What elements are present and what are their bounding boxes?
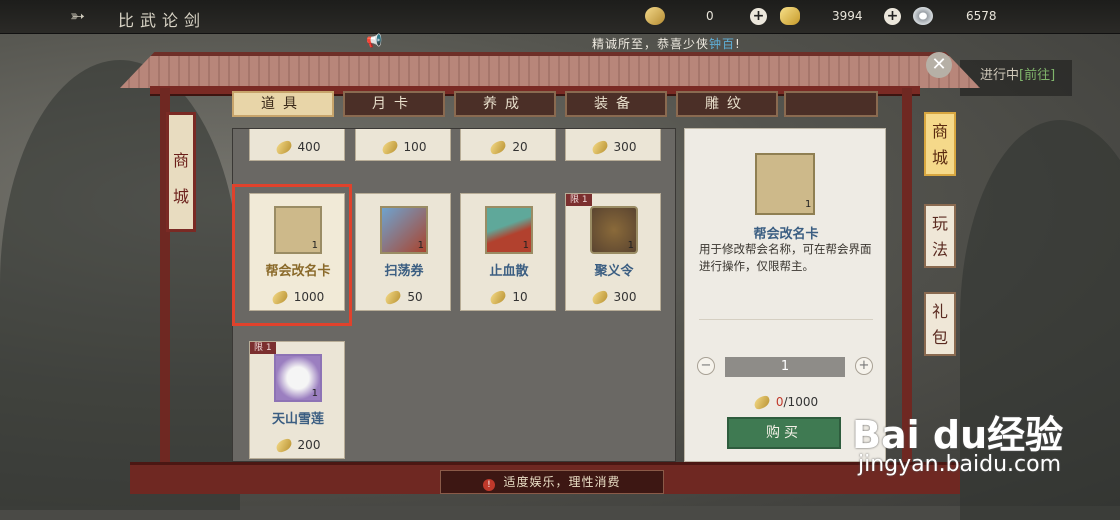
watermark-brand: Bai du经验 [852,413,1064,457]
side-tab-shop[interactable]: 商城 [924,112,956,176]
watermark-url: jingyan.baidu.com [858,452,1062,477]
add-gold-leaf-button[interactable]: + [750,8,767,25]
item-card[interactable]: 100 [355,129,451,161]
gold-leaf-icon [590,139,609,156]
notice-suffix: ! [735,37,741,51]
detail-qty: 1 [805,199,812,210]
item-card-styptic-powder[interactable]: 1 止血散 10 [460,193,556,311]
increase-quantity-button[interactable]: + [855,357,873,375]
gold-leaf-icon [488,289,508,306]
item-card-gathering-token[interactable]: 限 1 1 聚义令 300 [565,193,661,311]
tab-engraving[interactable]: 雕纹 [676,91,778,117]
currency-silver-coin: 6578 [966,9,997,23]
footer-notice: ! 适度娱乐，理性消费 [440,470,664,494]
notice-text: 精诚所至，恭喜少侠 [592,37,710,51]
roof [120,52,980,88]
item-card[interactable]: 20 [460,129,556,161]
quest-status: 进行中 [980,68,1020,83]
tab-empty [784,91,878,117]
warning-icon: ! [483,479,496,491]
tab-monthly-card[interactable]: 月卡 [343,91,445,117]
buy-button[interactable]: 购买 [727,417,841,449]
tab-cultivation[interactable]: 养成 [454,91,556,117]
item-name: 止血散 [489,264,529,279]
footer-text: 适度娱乐，理性消费 [503,475,621,489]
gold-leaf-icon [645,7,665,25]
item-price: 50 [407,290,423,304]
quest-go-link[interactable]: [前往] [1019,68,1055,83]
gold-leaf-icon [383,289,403,306]
add-gold-ingot-button[interactable]: + [884,8,901,25]
side-tab-gift-label: 礼包 [931,302,948,347]
notice-player-name: 钟百 [709,37,736,51]
purchase-limit-badge: 限 1 [250,342,276,354]
item-price: 200 [297,438,321,452]
item-price: 400 [297,140,321,154]
selection-highlight [232,184,352,326]
item-name: 扫荡券 [384,264,424,279]
broadcast-notice: 📢 精诚所至，恭喜少侠钟百! [360,32,920,52]
top-bar: ➳ 比武论剑 0 + 3994 + 6578 [0,0,1120,34]
shop-banner-label: 商城 [172,151,189,206]
side-tab-gameplay[interactable]: 玩法 [924,204,956,268]
item-qty: 1 [311,388,318,399]
shop-banner: 商城 [166,112,196,232]
item-card-sweep-ticket[interactable]: 1 扫荡券 50 [355,193,451,311]
item-name: 天山雪莲 [271,412,324,427]
currency-gold-ingot: 3994 [832,9,863,23]
item-price: 300 [613,140,637,154]
detail-description: 用于修改帮会名称，可在帮会界面进行操作，仅限帮主。 [699,242,872,273]
item-qty: 1 [522,240,529,251]
tab-items[interactable]: 道具 [232,91,334,117]
gold-leaf-icon [488,139,508,156]
megaphone-icon: 📢 [366,34,383,49]
quest-tracker[interactable]: 进行中[前往] [960,60,1072,96]
close-icon[interactable]: ✕ [926,52,952,78]
decrease-quantity-button[interactable]: − [697,357,715,375]
back-arrow-icon[interactable]: ➳ [70,6,106,27]
gold-leaf-icon [590,289,609,306]
owned-amount: 0 [775,395,784,409]
item-card[interactable]: 300 [565,129,661,161]
quantity-input[interactable]: 1 [725,357,845,377]
item-name: 聚义令 [594,264,634,279]
gold-leaf-icon [380,139,399,156]
gold-leaf-icon [752,394,772,411]
purchase-limit-badge: 限 1 [566,194,592,206]
side-tab-gameplay-label: 玩法 [931,214,948,259]
item-price: 10 [512,290,528,304]
item-card[interactable]: 400 [249,129,345,161]
gold-leaf-icon [274,437,293,454]
gold-ingot-icon [780,7,800,25]
divider [699,319,873,320]
item-price: 100 [403,140,427,154]
item-qty: 1 [417,240,424,251]
side-tab-shop-label: 商城 [931,122,948,167]
item-card-snow-lotus[interactable]: 限 1 1 天山雪莲 200 [249,341,345,459]
gold-leaf-icon [274,139,293,156]
page-title: 比武论剑 [118,11,207,30]
total-price: /1000 [783,395,819,409]
item-qty: 1 [627,240,634,251]
side-tab-gift[interactable]: 礼包 [924,292,956,356]
detail-item-name: 帮会改名卡 [753,227,819,242]
silver-coin-icon [913,7,933,25]
item-price: 300 [613,290,637,304]
tab-equipment[interactable]: 装备 [565,91,667,117]
currency-gold-leaf: 0 [706,9,714,23]
item-price: 20 [512,140,528,154]
